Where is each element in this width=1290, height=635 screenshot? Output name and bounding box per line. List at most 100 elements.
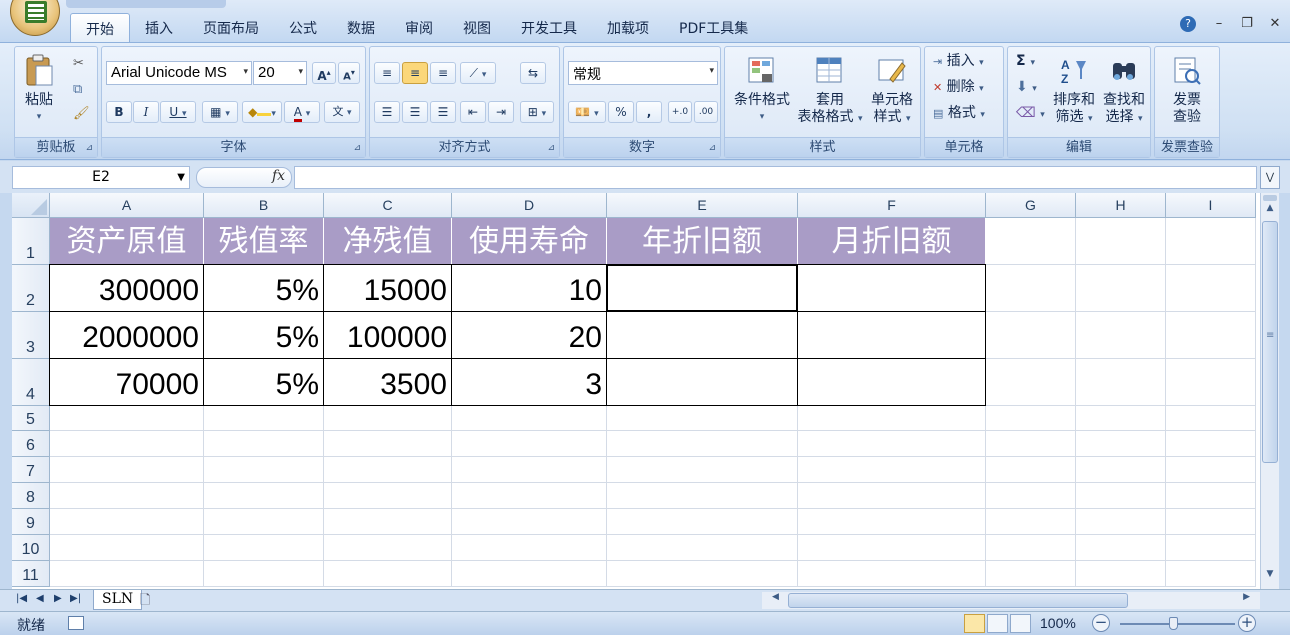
underline-button[interactable]: U ▾: [160, 101, 196, 123]
data-cell-c3[interactable]: 100000: [324, 312, 452, 359]
vertical-scrollbar[interactable]: ▲ ▼: [1260, 193, 1279, 589]
tab-addins[interactable]: 加载项: [592, 13, 664, 42]
grow-font-button[interactable]: A▴: [312, 62, 336, 84]
row-header-8[interactable]: 8: [12, 483, 50, 509]
percent-button[interactable]: %: [608, 101, 634, 123]
copy-icon[interactable]: ⧉: [73, 81, 82, 98]
conditional-format-button[interactable]: 条件格式 ▾: [729, 55, 795, 126]
data-cell-d4[interactable]: 3: [452, 359, 607, 406]
scroll-right-icon[interactable]: ▶: [1243, 592, 1250, 602]
tab-home[interactable]: 开始: [70, 13, 130, 42]
office-button[interactable]: [10, 0, 60, 36]
data-cell-a4[interactable]: 70000: [50, 359, 204, 406]
phonetic-button[interactable]: 文 ▾: [324, 101, 360, 123]
column-header-i[interactable]: I: [1166, 193, 1256, 218]
align-middle-button[interactable]: ≡: [402, 62, 428, 84]
row-header-7[interactable]: 7: [12, 457, 50, 483]
tab-formulas[interactable]: 公式: [274, 13, 332, 42]
number-format-combo[interactable]: 常规 ▾: [568, 61, 718, 85]
row-header-10[interactable]: 10: [12, 535, 50, 561]
row-header-4[interactable]: 4: [12, 359, 50, 406]
row-header-5[interactable]: 5: [12, 406, 50, 431]
worksheet-grid[interactable]: A B C D E F G H I 1 2 3 4 5 6 7 8 9 10 11 资产原值 残值率 净残值 使用寿命 年折旧额…: [12, 193, 1260, 589]
macro-record-icon[interactable]: [68, 616, 84, 630]
cell-styles-button[interactable]: 单元格 样式 ▾: [865, 55, 919, 128]
row-header-11[interactable]: 11: [12, 561, 50, 587]
tab-pdf-tools[interactable]: PDF工具集: [664, 13, 763, 42]
page-break-view-button[interactable]: [1010, 614, 1031, 633]
column-header-h[interactable]: H: [1076, 193, 1166, 218]
data-cell-b2[interactable]: 5%: [204, 265, 324, 312]
tab-insert[interactable]: 插入: [130, 13, 188, 42]
data-cell-e3[interactable]: [607, 312, 798, 359]
merge-center-button[interactable]: ⊞ ▾: [520, 101, 554, 123]
zoom-level[interactable]: 100%: [1040, 615, 1076, 631]
orientation-button[interactable]: ⟋ ▾: [460, 62, 496, 84]
scroll-thumb[interactable]: [788, 593, 1128, 608]
font-name-combo[interactable]: Arial Unicode MS ▾: [106, 61, 252, 85]
dialog-launcher-icon[interactable]: ⊿: [85, 143, 93, 153]
column-header-d[interactable]: D: [452, 193, 607, 218]
insert-sheet-icon[interactable]: 🗋: [140, 591, 166, 609]
dialog-launcher-icon[interactable]: ⊿: [547, 143, 555, 153]
zoom-slider-thumb[interactable]: [1169, 617, 1178, 630]
horizontal-scrollbar[interactable]: ◀ ▶: [762, 592, 1260, 609]
formula-input[interactable]: [294, 166, 1257, 189]
first-sheet-icon[interactable]: |◀: [16, 593, 27, 604]
header-cell-b[interactable]: 残值率: [204, 218, 324, 264]
comma-button[interactable]: ,: [636, 101, 662, 123]
help-icon[interactable]: ?: [1180, 16, 1196, 32]
delete-cells-button[interactable]: ✕ 删除 ▾: [933, 79, 984, 98]
row-header-9[interactable]: 9: [12, 509, 50, 535]
header-cell-d[interactable]: 使用寿命: [452, 218, 607, 264]
data-cell-c4[interactable]: 3500: [324, 359, 452, 406]
column-header-a[interactable]: A: [50, 193, 204, 218]
decrease-decimal-button[interactable]: .00: [694, 101, 718, 123]
paste-button[interactable]: 粘贴 ▾: [21, 53, 57, 126]
row-header-2[interactable]: 2: [12, 265, 50, 312]
insert-function-icon[interactable]: fx: [272, 168, 285, 184]
tab-review[interactable]: 审阅: [390, 13, 448, 42]
cut-icon[interactable]: ✂: [73, 55, 84, 72]
align-right-button[interactable]: ☰: [430, 101, 456, 123]
split-handle[interactable]: [1263, 195, 1277, 201]
restore-icon[interactable]: ❐: [1240, 16, 1254, 31]
expand-formula-bar-button[interactable]: ⋁: [1260, 166, 1280, 189]
column-header-b[interactable]: B: [204, 193, 324, 218]
prev-sheet-icon[interactable]: ◀: [36, 593, 44, 604]
row-header-6[interactable]: 6: [12, 431, 50, 457]
fill-button[interactable]: ⬇ ▾: [1016, 79, 1037, 98]
data-cell-f4[interactable]: [798, 359, 986, 406]
find-select-button[interactable]: 查找和 选择 ▾: [1100, 55, 1148, 128]
scroll-up-icon[interactable]: ▲: [1261, 203, 1279, 220]
data-cell-a3[interactable]: 2000000: [50, 312, 204, 359]
header-cell-f[interactable]: 月折旧额: [798, 218, 986, 264]
font-color-button[interactable]: A ▾: [284, 101, 320, 123]
column-header-c[interactable]: C: [324, 193, 452, 218]
dialog-launcher-icon[interactable]: ⊿: [708, 143, 716, 153]
sheet-tab-sln[interactable]: SLN: [93, 590, 143, 610]
tab-data[interactable]: 数据: [332, 13, 390, 42]
tab-page-layout[interactable]: 页面布局: [188, 13, 274, 42]
format-cells-button[interactable]: ▤ 格式 ▾: [933, 105, 985, 124]
data-cell-a2[interactable]: 300000: [50, 265, 204, 312]
align-bottom-button[interactable]: ≡: [430, 62, 456, 84]
format-painter-icon[interactable]: 🖌: [73, 105, 90, 122]
column-header-g[interactable]: G: [986, 193, 1076, 218]
dialog-launcher-icon[interactable]: ⊿: [353, 143, 361, 153]
fill-color-button[interactable]: ◆ ▾: [242, 101, 282, 123]
format-as-table-button[interactable]: 套用 表格格式 ▾: [795, 55, 865, 128]
row-header-1[interactable]: 1: [12, 218, 50, 265]
decrease-indent-button[interactable]: ⇤: [460, 101, 486, 123]
tab-view[interactable]: 视图: [448, 13, 506, 42]
header-cell-c[interactable]: 净残值: [324, 218, 452, 264]
minimize-icon[interactable]: –: [1212, 16, 1226, 31]
data-cell-d3[interactable]: 20: [452, 312, 607, 359]
borders-button[interactable]: ▦ ▾: [202, 101, 238, 123]
autosum-button[interactable]: Σ ▾: [1016, 53, 1035, 72]
quick-access-toolbar[interactable]: [66, 0, 226, 8]
select-all-button[interactable]: [12, 193, 50, 218]
data-cell-f2[interactable]: [798, 265, 986, 312]
align-center-button[interactable]: ☰: [402, 101, 428, 123]
currency-button[interactable]: 💴 ▾: [568, 101, 606, 123]
